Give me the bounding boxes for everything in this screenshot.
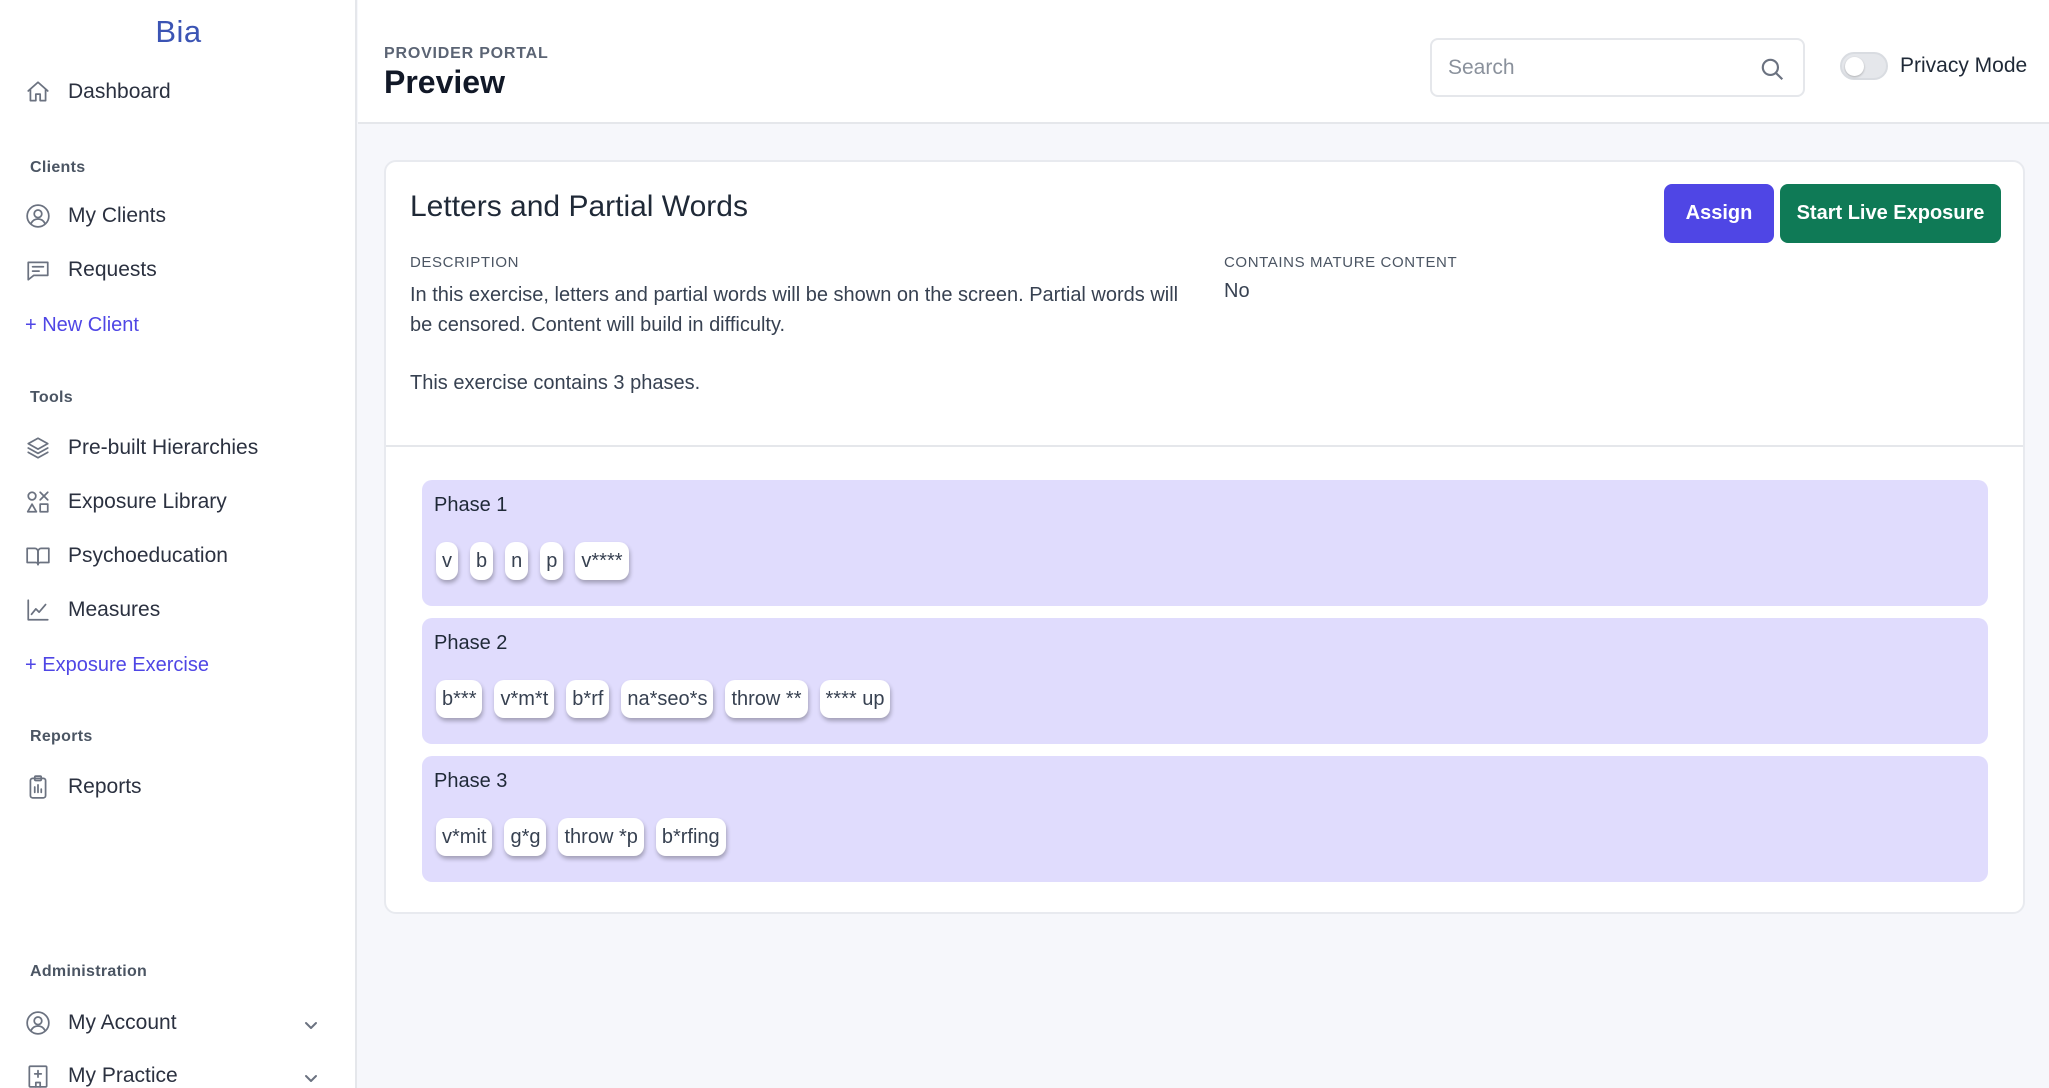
portal-label: PROVIDER PORTAL: [384, 45, 549, 62]
phase-card: Phase 2 b*** v*m*t b*rf na*seo*s throw *…: [422, 618, 1988, 744]
phase-count-text: This exercise contains 3 phases.: [410, 372, 701, 394]
exercise-title: Letters and Partial Words: [410, 190, 748, 223]
phase-title: Phase 1: [434, 494, 508, 516]
phase-item-chip: v: [436, 542, 458, 580]
exercise-card: Letters and Partial Words Assign Start L…: [384, 160, 2025, 914]
book-open-icon: [24, 542, 52, 570]
privacy-mode-toggle[interactable]: [1840, 52, 1888, 80]
phase-item-chip: **** up: [819, 680, 891, 718]
phase-items: v b n p v****: [436, 542, 629, 580]
sidebar-item-label: Measures: [68, 598, 161, 621]
chart-line-icon: [24, 596, 52, 624]
sidebar-item-my-practice[interactable]: My Practice: [24, 1062, 339, 1088]
message-icon: [24, 256, 52, 284]
section-label-reports: Reports: [30, 728, 93, 745]
description-label: DESCRIPTION: [410, 254, 520, 271]
phase-card: Phase 1 v b n p v****: [422, 480, 1988, 606]
sidebar-item-psychoeducation[interactable]: Psychoeducation: [24, 542, 228, 570]
phase-item-chip: throw *p: [558, 818, 644, 856]
phase-card: Phase 3 v*mit g*g throw *p b*rfing: [422, 756, 1988, 882]
phase-title: Phase 3: [434, 770, 508, 792]
mature-content-value: No: [1224, 280, 1250, 302]
search-box[interactable]: [1430, 38, 1805, 97]
start-live-exposure-button[interactable]: Start Live Exposure: [1780, 184, 2001, 243]
section-label-administration: Administration: [30, 963, 148, 980]
phase-items: v*mit g*g throw *p b*rfing: [436, 818, 726, 856]
sidebar-item-prebuilt-hierarchies[interactable]: Pre-built Hierarchies: [24, 434, 258, 462]
sidebar-item-exposure-library[interactable]: Exposure Library: [24, 488, 227, 516]
sidebar-item-reports[interactable]: Reports: [24, 773, 142, 801]
shapes-icon: [24, 488, 52, 516]
sidebar-item-label: Psychoeducation: [68, 544, 228, 567]
phase-item-chip: p: [540, 542, 564, 580]
phase-item-chip: v****: [575, 542, 629, 580]
phase-item-chip: b***: [436, 680, 483, 718]
phase-item-chip: g*g: [504, 818, 547, 856]
phase-item-chip: n: [505, 542, 529, 580]
phase-item-chip: throw **: [725, 680, 808, 718]
phase-item-chip: b*rf: [566, 680, 610, 718]
sidebar-item-label: Pre-built Hierarchies: [68, 436, 259, 459]
phase-item-chip: v*m*t: [494, 680, 555, 718]
divider: [386, 445, 2023, 447]
phase-title: Phase 2: [434, 632, 508, 654]
mature-content-label: CONTAINS MATURE CONTENT: [1224, 254, 1458, 271]
layers-icon: [24, 434, 52, 462]
chevron-down-icon[interactable]: [303, 1015, 319, 1031]
sidebar: Bia Dashboard Clients My Clients Request…: [0, 0, 357, 1088]
building-icon: [24, 1062, 52, 1088]
sidebar-item-label: Reports: [68, 775, 142, 798]
brand-logo[interactable]: Bia: [0, 14, 357, 50]
phase-item-chip: b*rfing: [655, 818, 726, 856]
search-icon[interactable]: [1759, 56, 1785, 82]
sidebar-item-label: My Account: [68, 1011, 177, 1034]
phase-item-chip: b: [470, 542, 494, 580]
privacy-mode-label: Privacy Mode: [1900, 54, 2028, 77]
phase-items: b*** v*m*t b*rf na*seo*s throw ** **** u…: [436, 680, 891, 718]
user-circle-icon: [24, 1009, 52, 1037]
sidebar-item-requests[interactable]: Requests: [24, 256, 157, 284]
sidebar-item-label: My Practice: [68, 1064, 178, 1087]
sidebar-item-label: Exposure Library: [68, 490, 227, 513]
description-text: In this exercise, letters and partial wo…: [410, 284, 1179, 336]
sidebar-item-label: My Clients: [68, 204, 167, 227]
phase-item-chip: v*mit: [436, 818, 493, 856]
top-header: PROVIDER PORTAL Preview Privacy Mode: [358, 0, 2049, 124]
home-icon: [24, 78, 52, 106]
sidebar-item-measures[interactable]: Measures: [24, 596, 160, 624]
sidebar-item-dashboard[interactable]: Dashboard: [24, 78, 171, 106]
user-circle-icon: [24, 202, 52, 230]
phase-item-chip: na*seo*s: [621, 680, 714, 718]
new-client-link[interactable]: + New Client: [25, 314, 139, 337]
section-label-tools: Tools: [30, 389, 73, 406]
new-exposure-exercise-link[interactable]: + Exposure Exercise: [25, 654, 209, 677]
assign-button[interactable]: Assign: [1664, 184, 1774, 243]
toggle-knob: [1845, 57, 1864, 76]
section-label-clients: Clients: [30, 159, 86, 176]
search-input[interactable]: [1448, 52, 1748, 84]
chevron-down-icon[interactable]: [303, 1068, 319, 1084]
sidebar-item-my-clients[interactable]: My Clients: [24, 202, 166, 230]
sidebar-item-label: Dashboard: [68, 80, 171, 103]
sidebar-item-my-account[interactable]: My Account: [24, 1009, 339, 1037]
page-title: Preview: [384, 64, 505, 100]
sidebar-item-label: Requests: [68, 258, 157, 281]
clipboard-icon: [24, 773, 52, 801]
